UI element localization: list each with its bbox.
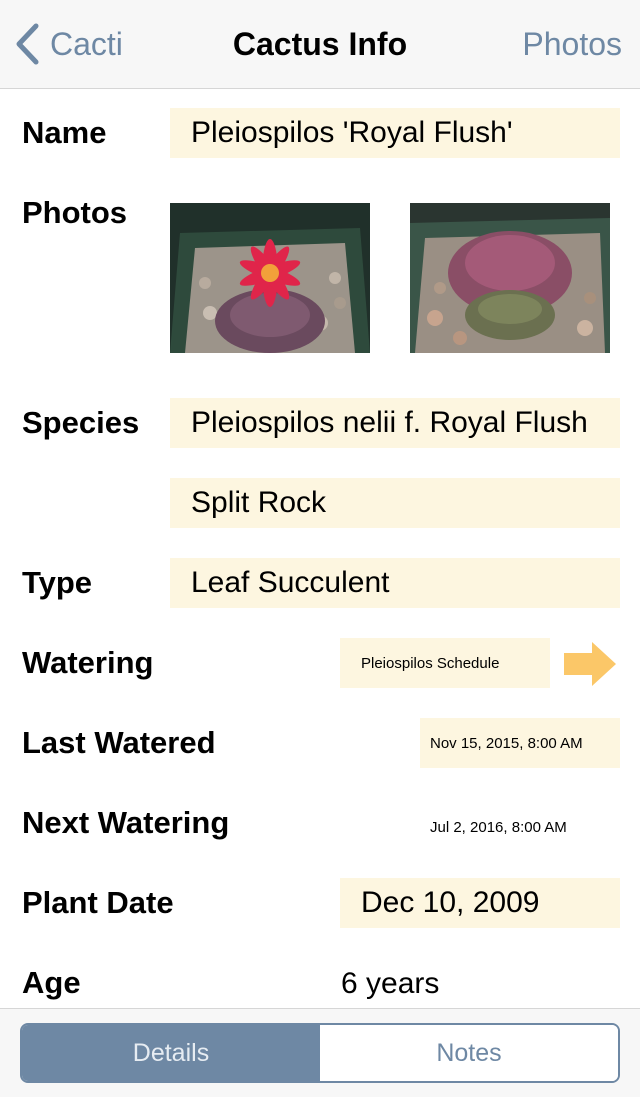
watering-schedule-field[interactable]: Pleiospilos Schedule (340, 638, 550, 688)
common-name-field[interactable]: Split Rock (170, 478, 620, 528)
type-field[interactable]: Leaf Succulent (170, 558, 620, 608)
last-watered-label: Last Watered (22, 725, 216, 760)
bottom-bar: Details Notes (0, 1008, 640, 1097)
type-label: Type (22, 565, 93, 600)
arrow-right-icon (564, 642, 616, 692)
photos-label: Photos (22, 195, 128, 230)
next-watering-label: Next Watering (22, 805, 230, 840)
name-label: Name (22, 115, 107, 150)
chevron-left-icon (14, 23, 40, 65)
tab-notes[interactable]: Notes (320, 1025, 618, 1081)
plant-photo-1[interactable] (170, 203, 370, 353)
watering-schedule-button[interactable] (564, 640, 616, 688)
segmented-control: Details Notes (20, 1023, 620, 1083)
navigation-bar: Cacti Cactus Info Photos (0, 0, 640, 89)
plant-date-field[interactable]: Dec 10, 2009 (340, 878, 620, 928)
next-watering-value: Jul 2, 2016, 8:00 AM (430, 819, 567, 836)
plant-photo-2[interactable] (410, 203, 610, 353)
tab-details[interactable]: Details (22, 1025, 320, 1081)
back-button[interactable]: Cacti (14, 20, 123, 68)
species-label: Species (22, 405, 140, 440)
age-value: 6 years (341, 967, 440, 1000)
watering-label: Watering (22, 645, 154, 680)
name-field[interactable]: Pleiospilos 'Royal Flush' (170, 108, 620, 158)
species-field[interactable]: Pleiospilos nelii f. Royal Flush (170, 398, 620, 448)
age-label: Age (22, 965, 81, 1000)
plant-date-label: Plant Date (22, 885, 174, 920)
photos-button[interactable]: Photos (522, 20, 622, 68)
back-button-label: Cacti (50, 25, 123, 62)
last-watered-field[interactable]: Nov 15, 2015, 8:00 AM (420, 718, 620, 768)
